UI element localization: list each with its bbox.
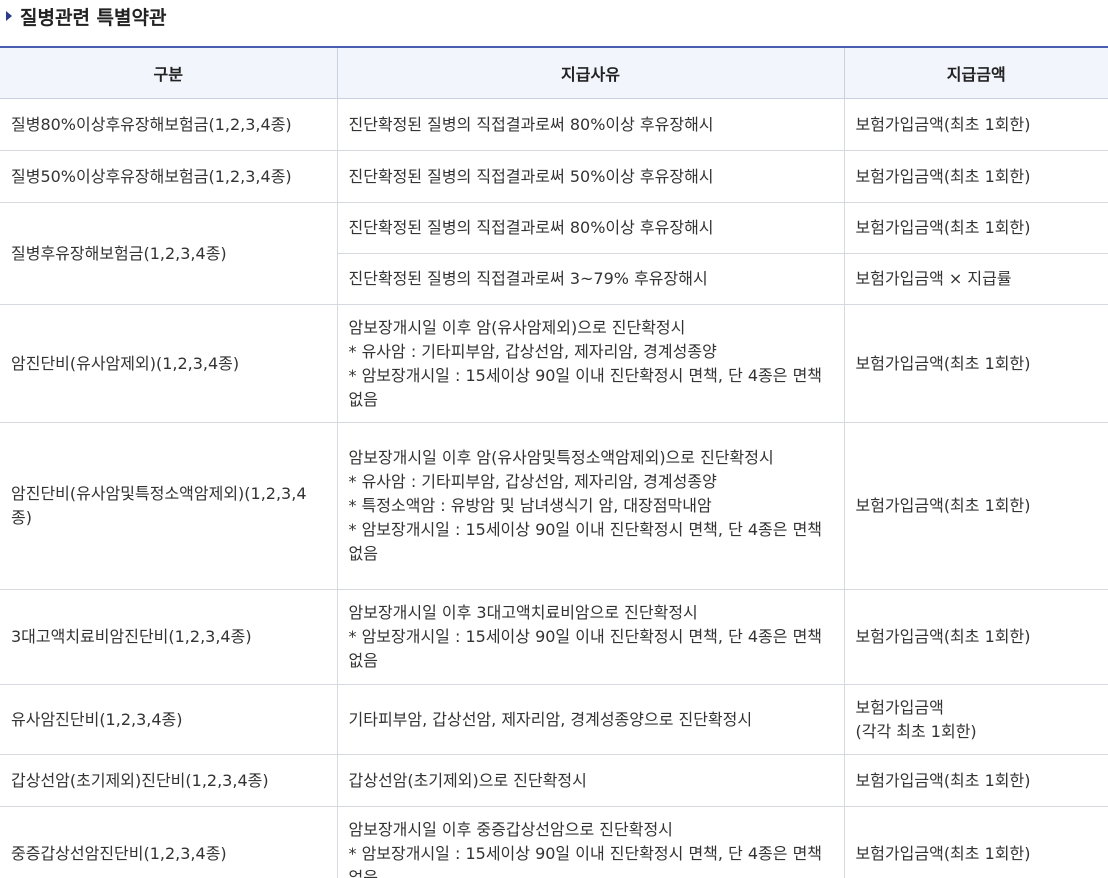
category-cell: 유사암진단비(1,2,3,4종)	[0, 684, 338, 755]
table-row: 중증갑상선암진단비(1,2,3,4종) 암보장개시일 이후 중증갑상선암으로 진단…	[0, 806, 1108, 878]
amount-cell: 보험가입금액(최초 1회한)	[844, 150, 1108, 203]
amount-line: 보험가입금액(최초 1회한)	[855, 218, 1031, 237]
amount-cell: 보험가입금액(최초 1회한)	[844, 98, 1108, 151]
reason-cell: 암보장개시일 이후 중증갑상선암으로 진단확정시 * 암보장개시일 : 15세이상…	[337, 806, 845, 878]
amount-line: 보험가입금액(최초 1회한)	[855, 627, 1031, 646]
amount-cell: 보험가입금액 (각각 최초 1회한)	[844, 684, 1108, 755]
amount-line: 보험가입금액(최초 1회한)	[855, 166, 1031, 186]
reason-line: * 암보장개시일 : 15세이상 90일 이내 진단확정시 면책, 단 4종은 …	[348, 365, 823, 409]
amount-cell: 보험가입금액(최초 1회한)	[844, 754, 1108, 807]
amount-cell: 보험가입금액(최초 1회한)	[844, 304, 1108, 423]
table-row: 3대고액치료비암진단비(1,2,3,4종) 암보장개시일 이후 3대고액치료비암으…	[0, 589, 1108, 685]
reason-cell: 진단확정된 질병의 직접결과로써 50%이상 후유장해시	[337, 150, 845, 203]
category-cell: 중증갑상선암진단비(1,2,3,4종)	[0, 806, 338, 878]
triangle-bullet-icon	[6, 11, 12, 21]
column-header-amount: 지급금액	[844, 47, 1108, 99]
amount-line: 보험가입금액(최초 1회한)	[855, 770, 1031, 790]
amount-cell: 보험가입금액(최초 1회한)	[844, 422, 1108, 590]
reason-line: 암보장개시일 이후 3대고액치료비암으로 진단확정시	[348, 603, 698, 622]
table-body: 질병80%이상후유장해보험금(1,2,3,4종) 진단확정된 질병의 직접결과로써…	[0, 98, 1108, 878]
section-header: 질병관련 특별약관	[0, 0, 1108, 46]
reason-line: 갑상선암(초기제외)으로 진단확정시	[348, 770, 587, 790]
amount-cell: 보험가입금액 × 지급률	[844, 253, 1108, 305]
column-header-reason: 지급사유	[337, 47, 845, 99]
reason-line: * 암보장개시일 : 15세이상 90일 이내 진단확정시 면책, 단 4종은 …	[348, 520, 823, 563]
table-row: 유사암진단비(1,2,3,4종) 기타피부암, 갑상선암, 제자리암, 경계성종양…	[0, 684, 1108, 755]
reason-line: 암보장개시일 이후 중증갑상선암으로 진단확정시	[348, 820, 673, 839]
amount-cell: 보험가입금액(최초 1회한)	[844, 806, 1108, 878]
amount-line: 보험가입금액 × 지급률	[855, 269, 1012, 288]
reason-cell: 진단확정된 질병의 직접결과로써 80%이상 후유장해시	[337, 202, 845, 254]
section-title: 질병관련 특별약관	[20, 6, 167, 29]
reason-line: * 유사암 : 기타피부암, 갑상선암, 제자리암, 경계성종양	[348, 472, 717, 491]
amount-line: 보험가입금액(최초 1회한)	[855, 844, 1031, 863]
reason-cell: 암보장개시일 이후 암(유사암제외)으로 진단확정시 * 유사암 : 기타피부암,…	[337, 304, 845, 423]
reason-cell: 암보장개시일 이후 암(유사암및특정소액암제외)으로 진단확정시 * 유사암 : …	[337, 422, 845, 590]
table-row: 갑상선암(초기제외)진단비(1,2,3,4종) 갑상선암(초기제외)으로 진단확정…	[0, 754, 1108, 807]
category-cell: 갑상선암(초기제외)진단비(1,2,3,4종)	[0, 754, 338, 807]
special-terms-table: 구분 지급사유 지급금액 질병80%이상후유장해보험금(1,2,3,4종) 진단확…	[0, 46, 1108, 878]
category-cell: 암진단비(유사암제외)(1,2,3,4종)	[0, 304, 338, 423]
reason-cell: 갑상선암(초기제외)으로 진단확정시	[337, 754, 845, 807]
reason-cell: 진단확정된 질병의 직접결과로써 3~79% 후유장해시	[337, 253, 845, 305]
reason-line: * 암보장개시일 : 15세이상 90일 이내 진단확정시 면책, 단 4종은 …	[348, 627, 823, 670]
reason-line: 암보장개시일 이후 암(유사암제외)으로 진단확정시	[348, 317, 686, 337]
reason-cell: 기타피부암, 갑상선암, 제자리암, 경계성종양으로 진단확정시	[337, 684, 845, 755]
amount-line: 보험가입금액	[855, 697, 944, 717]
reason-line: * 유사암 : 기타피부암, 갑상선암, 제자리암, 경계성종양	[348, 341, 717, 361]
reason-line: * 특정소액암 : 유방암 및 남녀생식기 암, 대장점막내암	[348, 496, 712, 515]
reason-line: 기타피부암, 갑상선암, 제자리암, 경계성종양으로 진단확정시	[348, 709, 753, 729]
table-row: 암진단비(유사암제외)(1,2,3,4종) 암보장개시일 이후 암(유사암제외)으…	[0, 304, 1108, 423]
reason-cell: 암보장개시일 이후 3대고액치료비암으로 진단확정시 * 암보장개시일 : 15세…	[337, 589, 845, 685]
category-cell: 질병후유장해보험금(1,2,3,4종)	[0, 202, 338, 305]
table-row: 질병후유장해보험금(1,2,3,4종) 진단확정된 질병의 직접결과로써 80%이…	[0, 202, 1108, 305]
table-row: 질병80%이상후유장해보험금(1,2,3,4종) 진단확정된 질병의 직접결과로써…	[0, 98, 1108, 151]
reason-line: 암보장개시일 이후 암(유사암및특정소액암제외)으로 진단확정시	[348, 448, 774, 467]
column-header-category: 구분	[0, 47, 338, 99]
category-cell: 질병80%이상후유장해보험금(1,2,3,4종)	[0, 98, 338, 151]
category-cell: 암진단비(유사암및특정소액암제외)(1,2,3,4종)	[0, 422, 338, 590]
category-cell: 3대고액치료비암진단비(1,2,3,4종)	[0, 589, 338, 685]
amount-line: 보험가입금액(최초 1회한)	[855, 114, 1031, 134]
reason-line: * 암보장개시일 : 15세이상 90일 이내 진단확정시 면책, 단 4종은 …	[348, 844, 823, 878]
amount-line: (각각 최초 1회한)	[855, 721, 977, 741]
reason-cell: 진단확정된 질병의 직접결과로써 80%이상 후유장해시	[337, 98, 845, 151]
reason-line: 진단확정된 질병의 직접결과로써 80%이상 후유장해시	[348, 114, 714, 134]
reason-line: 진단확정된 질병의 직접결과로써 3~79% 후유장해시	[348, 269, 708, 288]
reason-line: 진단확정된 질병의 직접결과로써 80%이상 후유장해시	[348, 218, 714, 237]
amount-cell: 보험가입금액(최초 1회한)	[844, 202, 1108, 254]
amount-line: 보험가입금액(최초 1회한)	[855, 353, 1031, 373]
amount-line: 보험가입금액(최초 1회한)	[855, 496, 1031, 515]
category-cell: 질병50%이상후유장해보험금(1,2,3,4종)	[0, 150, 338, 203]
table-header-row: 구분 지급사유 지급금액	[0, 47, 1108, 99]
table-row: 암진단비(유사암및특정소액암제외)(1,2,3,4종) 암보장개시일 이후 암(유…	[0, 422, 1108, 590]
reason-line: 진단확정된 질병의 직접결과로써 50%이상 후유장해시	[348, 166, 714, 186]
table-row: 질병50%이상후유장해보험금(1,2,3,4종) 진단확정된 질병의 직접결과로써…	[0, 150, 1108, 203]
amount-cell: 보험가입금액(최초 1회한)	[844, 589, 1108, 685]
